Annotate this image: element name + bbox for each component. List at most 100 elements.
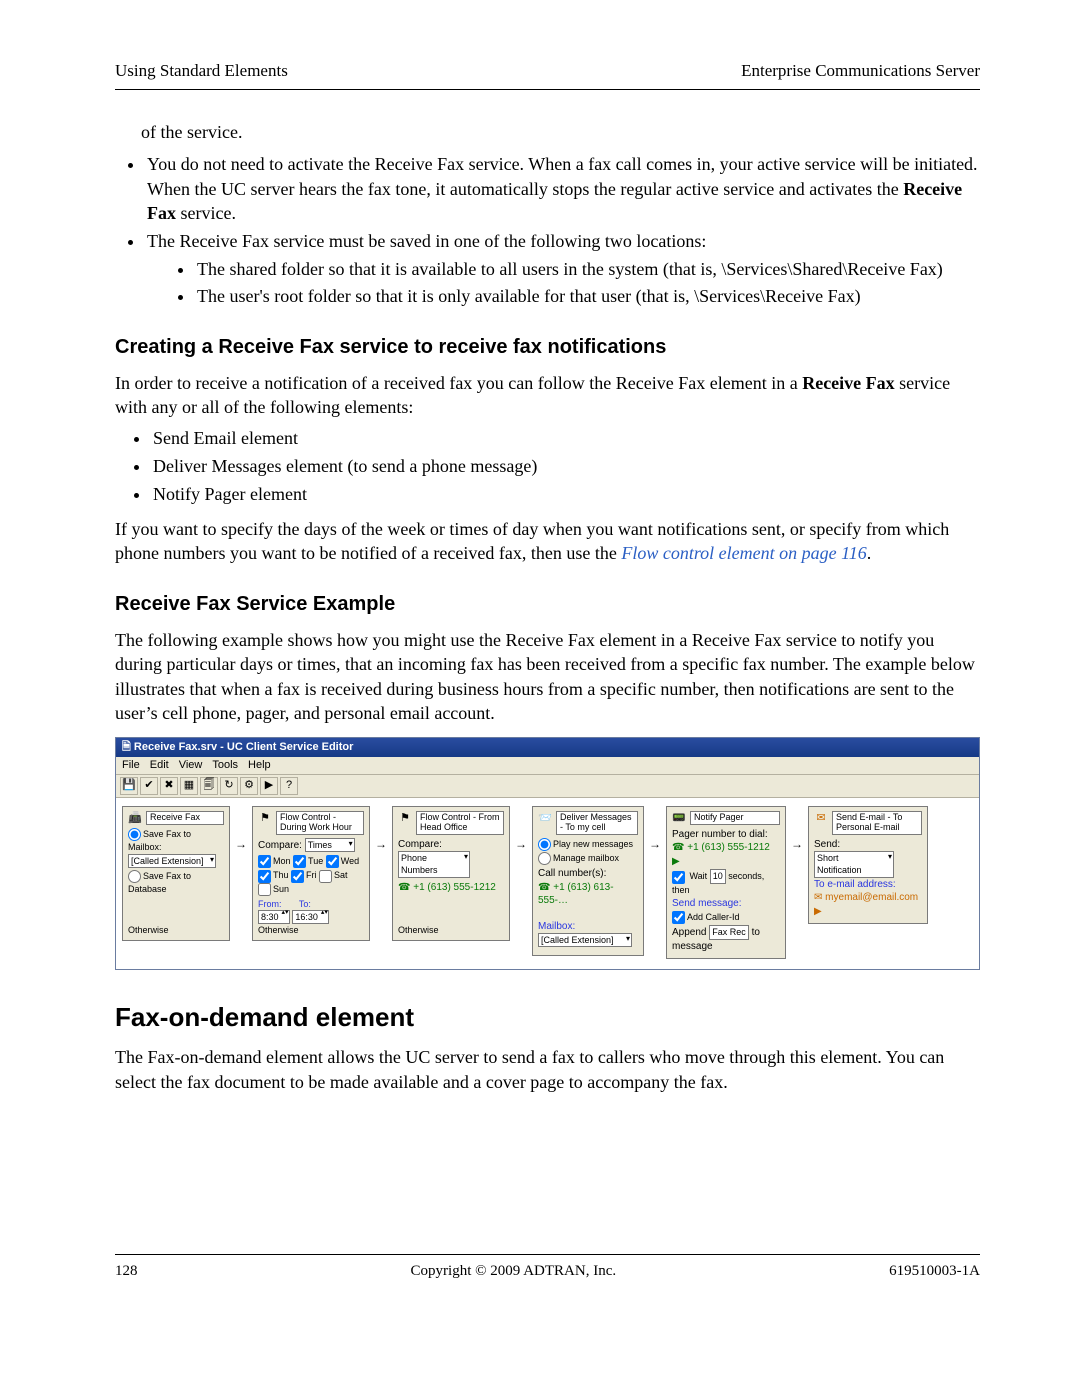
b2-day-mon[interactable] <box>258 855 271 868</box>
tb-check-icon[interactable]: ✔ <box>140 777 158 795</box>
connector-icon: → <box>516 806 526 852</box>
block-notify-pager[interactable]: 📟 Notify Pager Pager number to dial: ☎ +… <box>666 806 786 959</box>
b6-addr: myemail@email.com <box>825 892 918 903</box>
tb-refresh-icon[interactable]: ↻ <box>220 777 238 795</box>
sub-bullets: The shared folder so that it is availabl… <box>147 257 980 308</box>
b2-day-fri[interactable] <box>291 870 304 883</box>
block-flow-workhour[interactable]: ⚑ Flow Control - During Work Hour Compar… <box>252 806 370 941</box>
tb-save-icon[interactable]: 💾 <box>120 777 138 795</box>
flow-icon: ⚑ <box>258 811 272 825</box>
element-0: Send Email element <box>151 426 980 450</box>
phone-icon: ☎ <box>672 842 684 853</box>
hdr-left: Using Standard Elements <box>115 60 288 83</box>
editor-toolbar: 💾 ✔ ✖ ▦ 🗐 ↻ ⚙ ▶ ? <box>116 775 979 798</box>
b2-day-wed[interactable] <box>326 855 339 868</box>
menu-view[interactable]: View <box>179 758 203 773</box>
ftr-mid: Copyright © 2009 ADTRAN, Inc. <box>411 1261 617 1281</box>
b3-phone: +1 (613) 555-1212 <box>413 882 496 893</box>
mail-icon: ✉ <box>814 811 828 825</box>
menu-tools[interactable]: Tools <box>212 758 238 773</box>
intro-tail: of the service. <box>141 120 980 144</box>
tb-gear-icon[interactable]: ⚙ <box>240 777 258 795</box>
tb-copy-icon[interactable]: 🗐 <box>200 777 218 795</box>
heading-creating: Creating a Receive Fax service to receiv… <box>115 334 980 361</box>
b4-opt-manage[interactable] <box>538 852 551 865</box>
b1-radio-db[interactable] <box>128 870 141 883</box>
b2-day-sun[interactable] <box>258 883 271 896</box>
phone-icon: ☎ <box>538 882 550 893</box>
element-1: Deliver Messages element (to send a phon… <box>151 454 980 478</box>
b3-title: Flow Control - From Head Office <box>416 811 504 835</box>
b5-title: Notify Pager <box>690 811 780 825</box>
sub-bullet-0: The shared folder so that it is availabl… <box>195 257 980 281</box>
block-deliver-messages[interactable]: 📨 Deliver Messages - To my cell Play new… <box>532 806 644 956</box>
p-flowcontrol: If you want to specify the days of the w… <box>115 517 980 566</box>
b5-wait-secs[interactable]: 10 <box>710 869 726 883</box>
pager-icon: 📟 <box>672 811 686 825</box>
b2-otherwise: Otherwise <box>258 924 299 936</box>
b2-day-tue[interactable] <box>293 855 306 868</box>
tb-play-icon[interactable]: ▶ <box>260 777 278 795</box>
service-editor-figure: 🗎 Receive Fax.srv - UC Client Service Ed… <box>115 737 980 970</box>
b5-pager-label: Pager number to dial: <box>672 828 780 842</box>
block-receive-fax[interactable]: 📠 Receive Fax Save Fax to Mailbox: [Call… <box>122 806 230 941</box>
mail-to-icon: ✉ <box>814 892 822 903</box>
connector-icon: → <box>236 806 246 852</box>
block-flow-headoffice[interactable]: ⚑ Flow Control - From Head Office Compar… <box>392 806 510 941</box>
b4-opt-play[interactable] <box>538 838 551 851</box>
b5-add-caller[interactable] <box>672 911 685 924</box>
b2-to-time[interactable]: 16:30 <box>292 910 329 924</box>
b4-mailbox-select[interactable]: [Called Extension] <box>538 933 632 947</box>
flow-icon: ⚑ <box>398 811 412 825</box>
b1-title: Receive Fax <box>146 811 224 825</box>
b6-send-select[interactable]: Short Notification <box>814 851 894 877</box>
heading-fax-on-demand: Fax-on-demand element <box>115 1000 980 1035</box>
heading-example: Receive Fax Service Example <box>115 591 980 618</box>
page-header: Using Standard Elements Enterprise Commu… <box>115 60 980 90</box>
b5-wait-check[interactable] <box>672 871 685 884</box>
top-bullets: You do not need to activate the Receive … <box>115 152 980 308</box>
tb-grid-icon[interactable]: ▦ <box>180 777 198 795</box>
play-icon[interactable]: ▶ <box>672 856 680 867</box>
b1-mailbox-select[interactable]: [Called Extension] <box>128 854 216 868</box>
flow-control-link[interactable]: Flow control element on page 116 <box>621 543 866 563</box>
menu-edit[interactable]: Edit <box>150 758 169 773</box>
connector-icon: → <box>792 806 802 852</box>
b4-mailbox-label: Mailbox: <box>538 920 638 934</box>
ftr-page: 128 <box>115 1261 138 1281</box>
p-fax-on-demand: The Fax-on-demand element allows the UC … <box>115 1045 980 1094</box>
block-send-email[interactable]: ✉ Send E-mail - To Personal E-mail Send:… <box>808 806 928 924</box>
page-footer: 128 Copyright © 2009 ADTRAN, Inc. 619510… <box>115 1254 980 1281</box>
b4-title: Deliver Messages - To my cell <box>556 811 638 835</box>
p-create: In order to receive a notification of a … <box>115 371 980 420</box>
b3-compare-select[interactable]: Phone Numbers <box>398 851 470 877</box>
b2-day-sat[interactable] <box>319 870 332 883</box>
element-2: Notify Pager element <box>151 482 980 506</box>
hdr-right: Enterprise Communications Server <box>741 60 980 83</box>
play-icon[interactable]: ▶ <box>814 906 822 917</box>
b2-from-time[interactable]: 8:30 <box>258 910 290 924</box>
editor-titlebar: 🗎 Receive Fax.srv - UC Client Service Ed… <box>116 738 979 757</box>
b2-title: Flow Control - During Work Hour <box>276 811 364 835</box>
tb-help-icon[interactable]: ? <box>280 777 298 795</box>
b5-append-value[interactable]: Fax Rec <box>709 925 749 939</box>
p-example: The following example shows how you migh… <box>115 628 980 725</box>
connector-icon: → <box>650 806 660 852</box>
bullet-0: You do not need to activate the Receive … <box>145 152 980 225</box>
ftr-right: 619510003-1A <box>889 1261 980 1281</box>
tb-cancel-icon[interactable]: ✖ <box>160 777 178 795</box>
b2-compare-select[interactable]: Times <box>305 838 355 852</box>
menu-help[interactable]: Help <box>248 758 271 773</box>
editor-canvas: 📠 Receive Fax Save Fax to Mailbox: [Call… <box>116 798 979 969</box>
menu-file[interactable]: File <box>122 758 140 773</box>
b2-day-thu[interactable] <box>258 870 271 883</box>
deliver-icon: 📨 <box>538 811 552 825</box>
b5-send-label: Send message: <box>672 897 780 911</box>
editor-title-icon: 🗎 <box>122 741 131 753</box>
b1-radio-mailbox[interactable] <box>128 828 141 841</box>
b5-pager: +1 (613) 555-1212 <box>687 842 770 853</box>
b6-addr-label: To e-mail address: <box>814 878 922 892</box>
bullet-locations: The Receive Fax service must be saved in… <box>145 229 980 308</box>
b6-title: Send E-mail - To Personal E-mail <box>832 811 922 835</box>
editor-menubar: File Edit View Tools Help <box>116 757 979 775</box>
